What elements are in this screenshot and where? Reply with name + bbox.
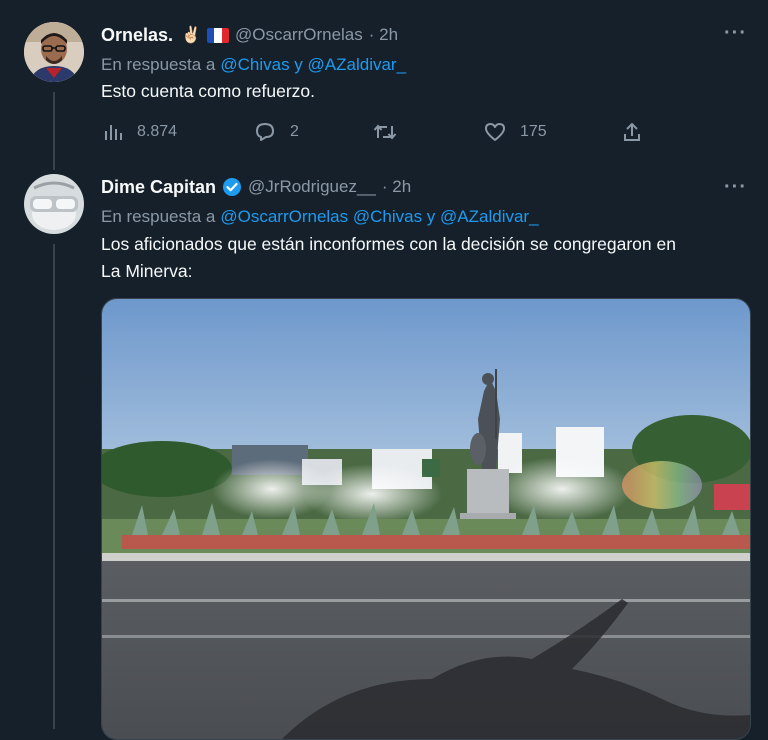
tweet2-text: Los aficionados que están inconformes co…: [101, 231, 676, 285]
minerva-photo: [102, 299, 750, 739]
more-icon[interactable]: ···: [724, 22, 747, 45]
tweet2-display-name[interactable]: Dime Capitan: [101, 177, 216, 198]
retweet-button[interactable]: [373, 122, 411, 142]
avatar-ornelas[interactable]: [24, 22, 84, 82]
retweet-icon: [373, 124, 397, 140]
tweet2-handle[interactable]: @JrRodriguez__: [248, 177, 376, 197]
tweet1-reply-prefix: En respuesta a: [101, 55, 216, 74]
tweet1-handle[interactable]: @OscarrOrnelas: [235, 25, 363, 45]
tweet2-text-line-1: Los aficionados que están inconformes co…: [101, 234, 676, 254]
tweet2-header: Dime Capitan @JrRodriguez__ · 2h: [101, 176, 411, 198]
tweet2-timestamp[interactable]: · 2h: [382, 177, 411, 197]
share-icon: [624, 122, 640, 141]
like-count: 175: [520, 123, 547, 140]
views-count: 8.874: [137, 123, 178, 140]
tweet1-header: Ornelas. ✌🏻 @OscarrOrnelas · 2h: [101, 24, 398, 46]
tweet1-display-name[interactable]: Ornelas.: [101, 25, 173, 46]
like-button[interactable]: 175: [484, 122, 547, 142]
tweet1-emoji: ✌🏻: [181, 27, 201, 44]
avatar-ornelas-image: [24, 22, 84, 82]
tweet1-timestamp[interactable]: · 2h: [369, 25, 398, 45]
tweet1-reply-mentions[interactable]: @Chivas y @AZaldivar_: [220, 55, 406, 75]
thread-line-1: [53, 92, 55, 170]
tweet2-reply-prefix: En respuesta a: [101, 207, 216, 226]
reply-count: 2: [290, 123, 299, 140]
reply-icon: [256, 123, 274, 141]
tweet2-media-image[interactable]: [101, 298, 751, 740]
avatar-dime-capitan-image: [24, 174, 84, 234]
tweet2-reply-to: En respuesta a @OscarrOrnelas @Chivas y …: [101, 206, 539, 228]
thread-line-2: [53, 244, 55, 729]
avatar-dime-capitan[interactable]: [24, 174, 84, 234]
verified-icon: [223, 178, 242, 196]
views-button[interactable]: 8.874: [103, 122, 177, 142]
reply-button[interactable]: 2: [254, 122, 299, 142]
more-icon[interactable]: ···: [724, 176, 747, 199]
views-icon: [105, 125, 122, 140]
like-icon: [485, 123, 505, 141]
tweet2-text-line-2: La Minerva:: [101, 261, 193, 281]
tweet1-text: Esto cuenta como refuerzo.: [101, 81, 315, 101]
share-button[interactable]: [622, 122, 656, 142]
tweet1-reply-to: En respuesta a @Chivas y @AZaldivar_: [101, 54, 406, 76]
france-flag-icon: [206, 27, 229, 43]
tweet2-reply-mentions[interactable]: @OscarrOrnelas @Chivas y @AZaldivar_: [220, 207, 538, 227]
